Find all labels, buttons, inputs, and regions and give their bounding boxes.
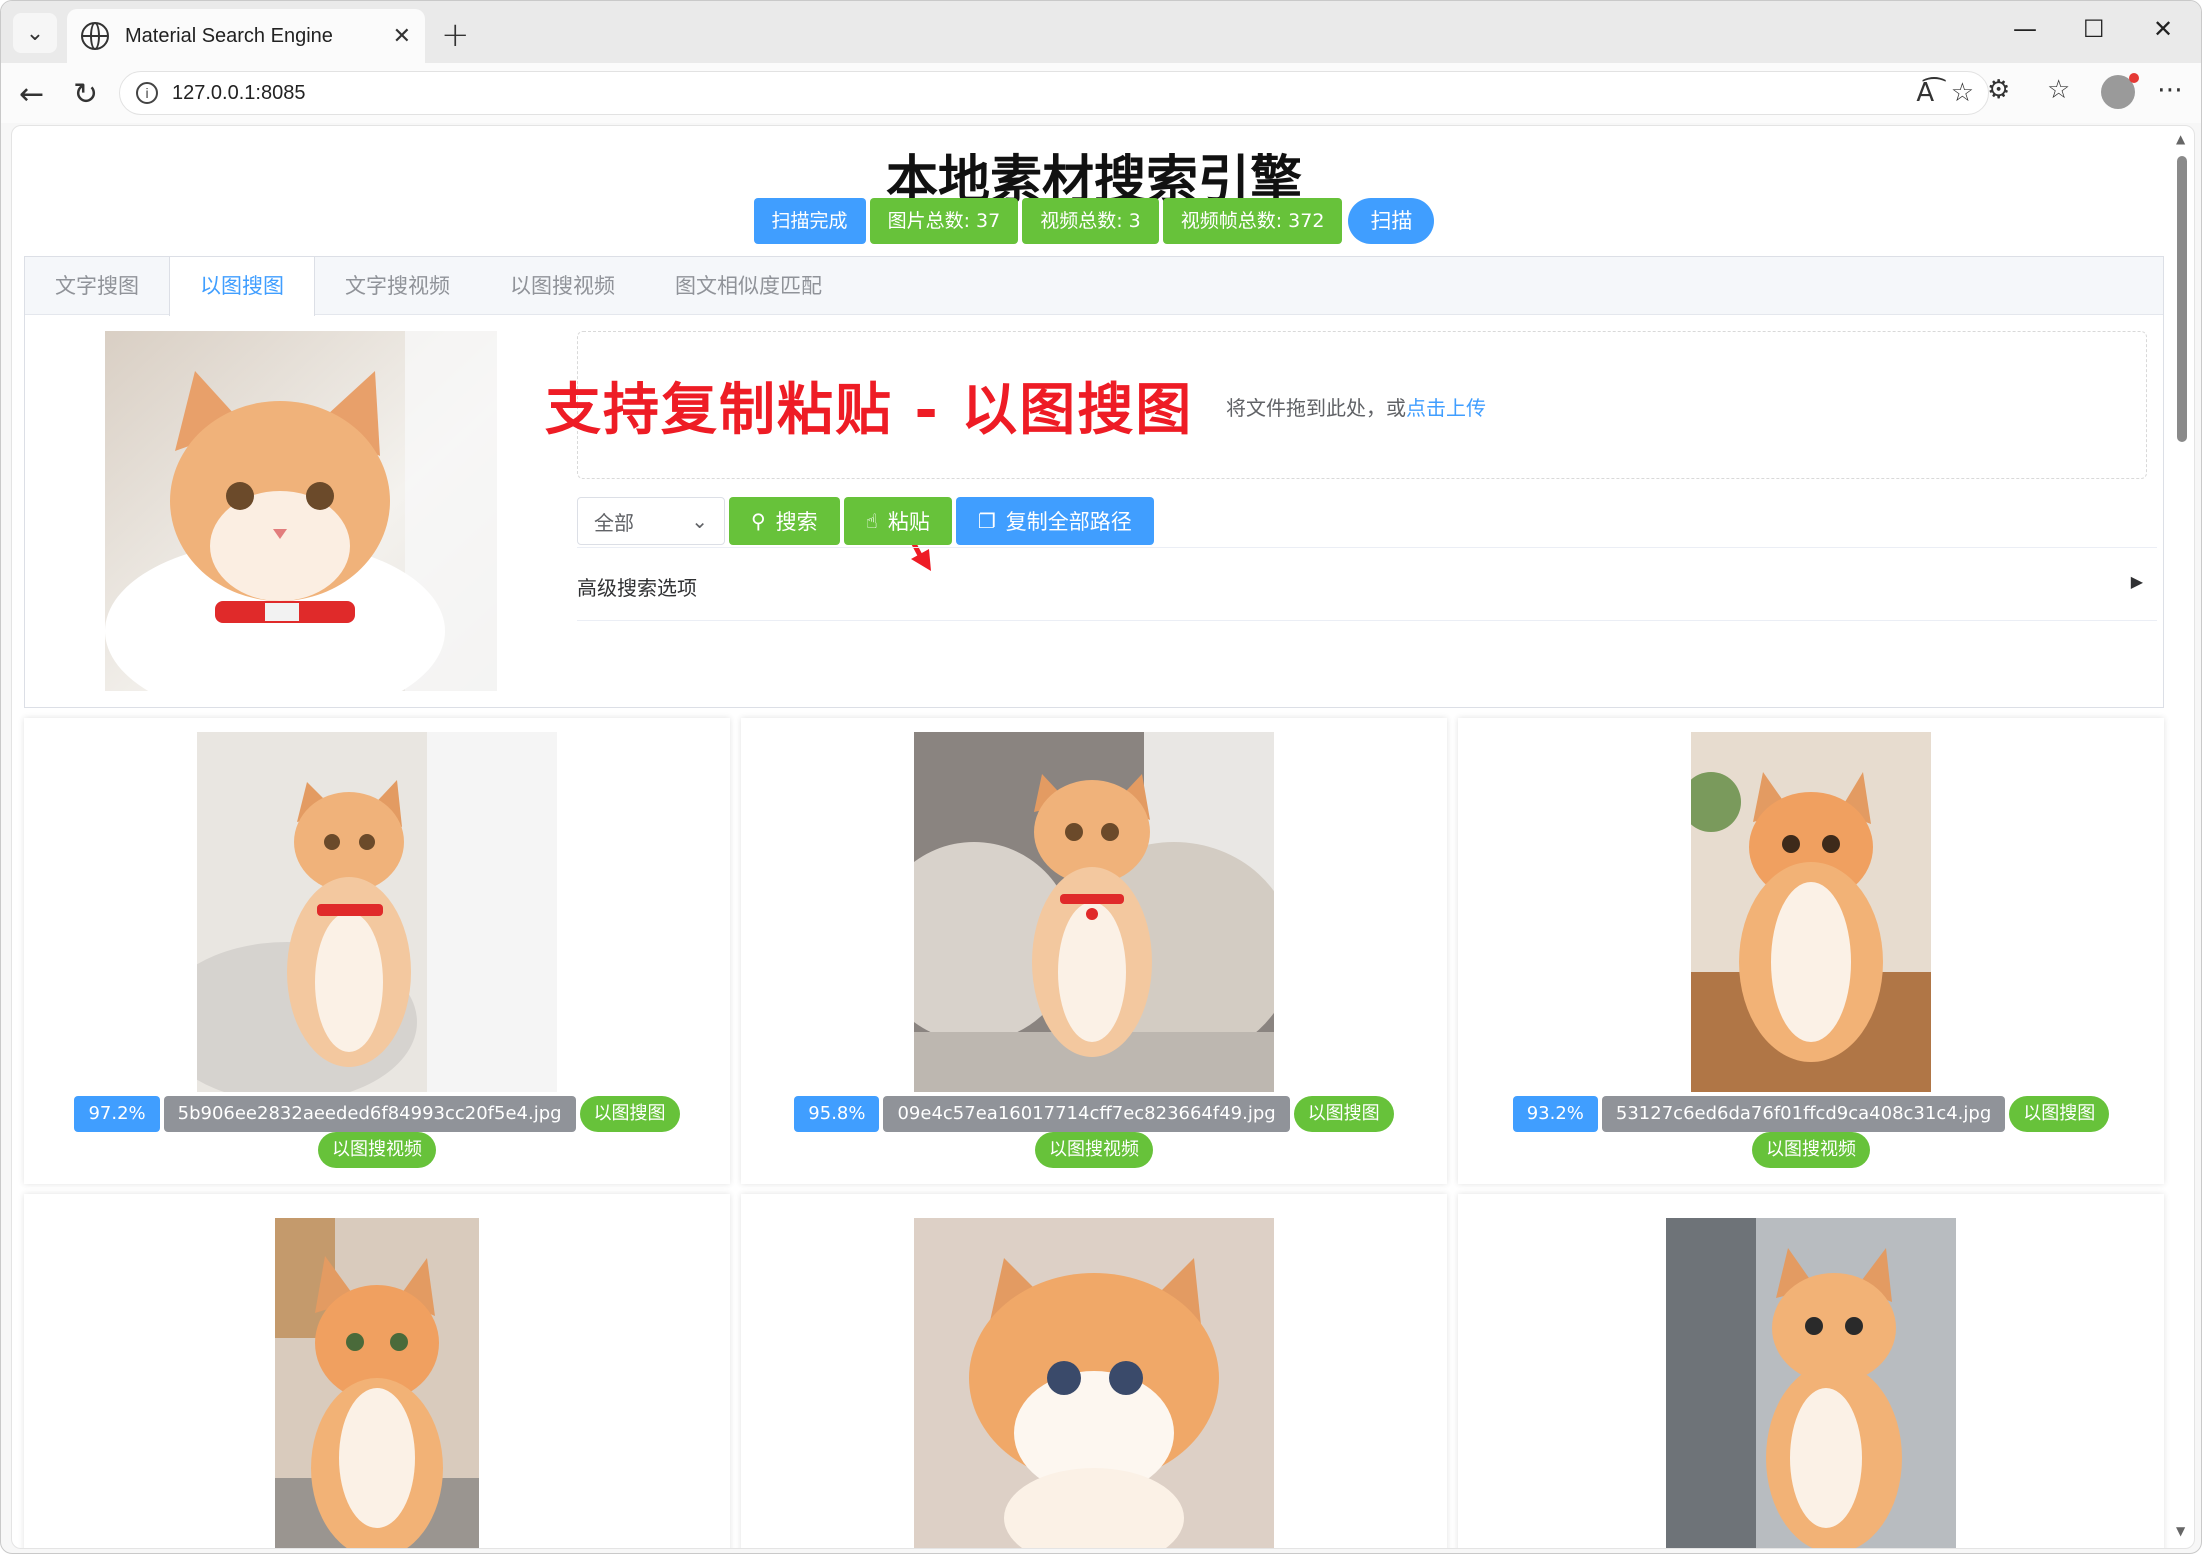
tab-image-to-video[interactable]: 以图搜视频: [480, 257, 645, 315]
globe-icon: [81, 22, 109, 50]
search-tabs-card: 文字搜图 以图搜图 文字搜视频 以图搜视频 图文相似度匹配 将文件拖到此处，或点…: [24, 256, 2164, 708]
similarity-score-badge: 95.8%: [794, 1096, 880, 1132]
page-viewport: ▲ ▼ 本地素材搜索引擎 扫描完成 图片总数: 37 视频总数: 3 视频帧总数…: [11, 125, 2195, 1549]
result-meta-row2: 以图搜视频: [24, 1132, 730, 1168]
result-thumbnail[interactable]: [197, 732, 557, 1092]
result-thumbnail[interactable]: [914, 1208, 1274, 1549]
scan-button[interactable]: 扫描: [1348, 198, 1435, 244]
copy-icon: ❐: [977, 509, 996, 533]
stats-bar: 扫描完成 图片总数: 37 视频总数: 3 视频帧总数: 372 扫描: [24, 198, 2164, 244]
search-tabs: 文字搜图 以图搜图 文字搜视频 以图搜视频 图文相似度匹配: [25, 257, 2163, 316]
result-card: 93.2% 53127c6ed6da76f01ffcd9ca408c31c4.j…: [1458, 718, 2164, 1184]
filename-badge[interactable]: 09e4c57ea16017714cff7ec823664f49.jpg: [883, 1096, 1290, 1132]
tab-text-to-video[interactable]: 文字搜视频: [315, 257, 480, 315]
result-meta: 97.2% 5b906ee2832aeeded6f84993cc20f5e4.j…: [24, 1096, 730, 1132]
result-meta: 93.2% 53127c6ed6da76f01ffcd9ca408c31c4.j…: [1458, 1096, 2164, 1132]
results-grid: 97.2% 5b906ee2832aeeded6f84993cc20f5e4.j…: [24, 718, 2164, 1549]
advanced-options-label: 高级搜索选项: [577, 576, 697, 600]
refresh-icon[interactable]: ↻: [73, 77, 98, 112]
search-controls: 全部 ⌄ ⚲ 搜索 ☝ 粘贴 ❐ 复制全部路径: [577, 497, 1154, 545]
back-arrow-icon[interactable]: ←: [19, 77, 44, 112]
result-card: 95.8% 09e4c57ea16017714cff7ec823664f49.j…: [741, 718, 1447, 1184]
result-meta-row2: 以图搜视频: [741, 1132, 1447, 1168]
result-thumbnail[interactable]: [1691, 732, 1931, 1092]
tab-text-image-similarity[interactable]: 图文相似度匹配: [645, 257, 852, 315]
tab-image-to-image[interactable]: 以图搜图: [169, 257, 315, 316]
new-tab-plus-icon[interactable]: +: [441, 15, 470, 55]
scroll-up-icon[interactable]: ▲: [2176, 132, 2185, 146]
click-upload-link[interactable]: 点击上传: [1406, 396, 1486, 420]
result-card: 97.2% 5b906ee2832aeeded6f84993cc20f5e4.j…: [24, 718, 730, 1184]
copy-all-paths-button[interactable]: ❐ 复制全部路径: [955, 497, 1154, 545]
scan-status-tag: 扫描完成: [753, 198, 866, 244]
search-icon: ⚲: [751, 509, 766, 533]
result-meta: 95.8% 09e4c57ea16017714cff7ec823664f49.j…: [741, 1096, 1447, 1132]
image-search-button[interactable]: 以图搜图: [579, 1096, 680, 1132]
type-select-value: 全部: [594, 510, 634, 535]
upload-hint: 将文件拖到此处，或点击上传: [1226, 392, 1486, 421]
result-meta-row2: 以图搜视频: [1458, 1132, 2164, 1168]
close-tab-icon[interactable]: ✕: [393, 24, 411, 49]
image-count-tag: 图片总数: 37: [869, 198, 1019, 244]
search-button[interactable]: ⚲ 搜索: [729, 497, 840, 545]
extensions-icon[interactable]: ⚙: [1987, 75, 2010, 105]
upload-hint-text: 将文件拖到此处，或: [1226, 396, 1406, 420]
image-search-button[interactable]: 以图搜图: [1293, 1096, 1394, 1132]
filename-badge[interactable]: 53127c6ed6da76f01ffcd9ca408c31c4.jpg: [1601, 1096, 2006, 1132]
chevron-down-icon: ⌄: [691, 509, 708, 533]
more-menu-icon[interactable]: ⋯: [2157, 75, 2183, 105]
frame-count-tag: 视频帧总数: 372: [1162, 198, 1343, 244]
advanced-options-collapse[interactable]: 高级搜索选项 ▶: [577, 547, 2157, 621]
browser-window: ⌄ Material Search Engine ✕ + — ☐ ✕ ← ↻ i…: [0, 0, 2202, 1554]
tab-text-to-image[interactable]: 文字搜图: [25, 257, 169, 315]
result-thumbnail[interactable]: [1666, 1208, 1956, 1549]
browser-tab[interactable]: Material Search Engine ✕: [67, 9, 425, 63]
video-search-button[interactable]: 以图搜视频: [1035, 1132, 1153, 1168]
video-search-button[interactable]: 以图搜视频: [318, 1132, 436, 1168]
copy-all-paths-label: 复制全部路径: [1005, 510, 1132, 534]
similarity-score-badge: 97.2%: [74, 1096, 160, 1132]
result-card: [24, 1194, 730, 1549]
tab-actions-chevron-icon[interactable]: ⌄: [13, 13, 57, 53]
tab-bar: ⌄ Material Search Engine ✕ + — ☐ ✕: [1, 1, 2201, 63]
scroll-down-icon[interactable]: ▼: [2176, 1524, 2185, 1538]
caret-right-icon: ▶: [2130, 572, 2143, 591]
url-text: 127.0.0.1:8085: [172, 81, 306, 104]
vertical-scrollbar[interactable]: ▲ ▼: [2174, 132, 2190, 1542]
result-thumbnail[interactable]: [275, 1208, 479, 1549]
scrollbar-thumb[interactable]: [2177, 156, 2187, 442]
read-aloud-and-favorite-icons[interactable]: A͡ ☆: [1916, 78, 1974, 108]
type-select[interactable]: 全部 ⌄: [577, 497, 725, 545]
filename-badge[interactable]: 5b906ee2832aeeded6f84993cc20f5e4.jpg: [163, 1096, 576, 1132]
result-thumbnail[interactable]: [914, 732, 1274, 1092]
maximize-icon[interactable]: ☐: [2083, 15, 2105, 43]
query-image-preview: [105, 331, 497, 691]
similarity-score-badge: 93.2%: [1512, 1096, 1598, 1132]
search-button-label: 搜索: [775, 510, 818, 534]
hand-pointer-icon: ☝: [865, 509, 878, 533]
paste-button[interactable]: ☝ 粘贴: [843, 497, 952, 545]
tab-title: Material Search Engine: [125, 24, 333, 47]
result-card: [741, 1194, 1447, 1549]
image-search-button[interactable]: 以图搜图: [2009, 1096, 2110, 1132]
site-info-icon[interactable]: i: [136, 82, 158, 104]
address-toolbar: ← ↻ i 127.0.0.1:8085 A͡ ☆: [1, 63, 2201, 123]
minimize-icon[interactable]: —: [2013, 15, 2037, 43]
result-card: [1458, 1194, 2164, 1549]
paste-button-label: 粘贴: [887, 510, 930, 534]
video-count-tag: 视频总数: 3: [1022, 198, 1159, 244]
address-bar[interactable]: i 127.0.0.1:8085 A͡ ☆: [119, 71, 1989, 115]
window-close-icon[interactable]: ✕: [2153, 15, 2173, 43]
video-search-button[interactable]: 以图搜视频: [1752, 1132, 1870, 1168]
profile-avatar[interactable]: [2101, 73, 2139, 109]
favorites-icon[interactable]: ☆: [2047, 75, 2070, 105]
promo-annotation: 支持复制粘贴 - 以图搜图: [545, 378, 1194, 443]
